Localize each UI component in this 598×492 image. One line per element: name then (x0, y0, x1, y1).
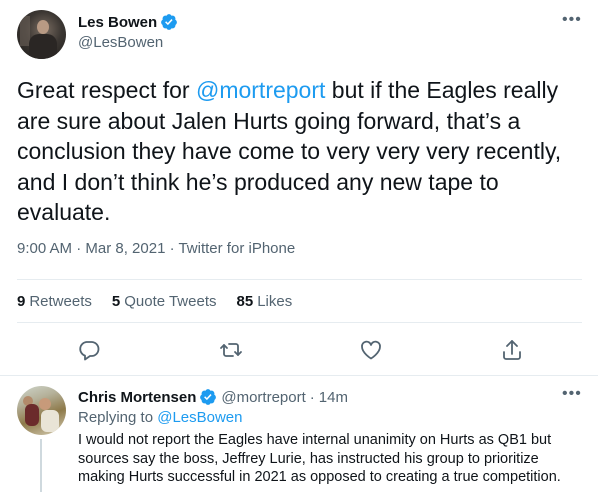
thread-connector-line (40, 439, 42, 492)
reply-tweet[interactable]: Chris Mortensen @mortreport · 14m ••• Re… (0, 376, 598, 492)
more-horizontal-icon[interactable]: ••• (562, 386, 582, 402)
verified-badge-icon (200, 389, 217, 405)
action-bar (0, 338, 598, 364)
reply-text: I would not report the Eagles have inter… (78, 432, 561, 485)
divider (17, 322, 582, 323)
tweet-text-prefix: Great respect for (17, 77, 196, 103)
more-horizontal-icon[interactable]: ••• (562, 12, 582, 28)
reply-avatar[interactable] (17, 386, 66, 435)
reply-author-row: Chris Mortensen @mortreport · 14m (78, 388, 348, 406)
likes-count: 85 (236, 293, 254, 310)
main-tweet: Les Bowen @LesBowen ••• Great respect fo… (0, 0, 598, 378)
likes-stat[interactable]: 85 Likes (237, 293, 293, 310)
retweets-label: Retweets (29, 293, 92, 310)
like-icon[interactable] (359, 338, 383, 362)
tweet-timestamp[interactable]: 9:00 AM · Mar 8, 2021 · Twitter for iPho… (17, 240, 295, 257)
replying-to-prefix: Replying to (78, 409, 158, 426)
divider (17, 279, 582, 280)
reply-time[interactable]: 14m (319, 389, 348, 406)
retweets-count: 9 (17, 293, 26, 310)
mention-link[interactable]: @mortreport (196, 77, 325, 103)
retweet-icon[interactable] (219, 338, 243, 362)
verified-badge-icon (161, 14, 178, 30)
quote-tweets-count: 5 (111, 293, 121, 310)
author-handle[interactable]: @LesBowen (78, 34, 163, 51)
avatar[interactable] (17, 10, 66, 59)
quote-tweets-label: Quote Tweets (124, 293, 217, 310)
quote-tweets-stat[interactable]: 5 Quote Tweets (112, 293, 217, 310)
replying-to-link[interactable]: @LesBowen (157, 409, 242, 426)
retweets-stat[interactable]: 9 Retweets (17, 293, 92, 310)
tweet-text: Great respect for @mortreport but if the… (17, 75, 587, 228)
engagement-stats: 9 Retweets 5 Quote Tweets 85 Likes (17, 293, 312, 310)
author-display-name[interactable]: Les Bowen (78, 14, 157, 31)
share-icon[interactable] (500, 338, 524, 362)
reply-author-display-name[interactable]: Chris Mortensen (78, 389, 196, 406)
separator-dot: · (309, 388, 315, 406)
author-name-row: Les Bowen (78, 13, 178, 31)
reply-icon[interactable] (77, 338, 101, 362)
likes-label: Likes (257, 293, 293, 310)
replying-to: Replying to @LesBowen (78, 409, 243, 426)
reply-author-handle[interactable]: @mortreport (221, 389, 305, 406)
